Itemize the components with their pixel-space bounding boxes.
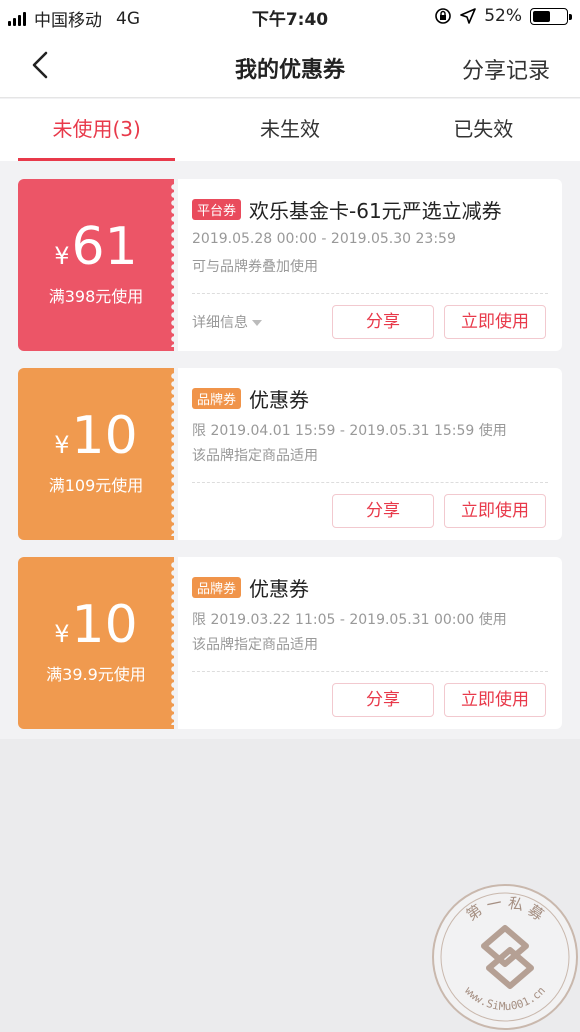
coupon-card: ¥ 10 满109元使用 品牌券 优惠券 限 2019.04.01 15:59 … [18,368,562,540]
coupon-title-row: 品牌券 优惠券 [192,384,309,413]
watermark-seal: 第 一 私 募 www.SiMu001.cn [432,884,578,1030]
svg-text:www.SiMu001.cn: www.SiMu001.cn [462,984,548,1013]
coupon-stub: ¥ 61 满398元使用 [18,179,178,351]
perforation-edge [170,561,178,725]
status-bar: 中国移动 4G 下午7:40 52% [0,0,580,32]
watermark-top-text: 第 一 私 募 [463,894,547,925]
caret-down-icon [252,320,262,326]
status-right: 52% [426,6,572,26]
tab-unused[interactable]: 未使用(3) [0,99,193,161]
watermark-bottom-text: www.SiMu001.cn [462,984,548,1013]
rotation-lock-icon [435,8,452,24]
usage-condition: 满398元使用 [48,287,144,306]
use-now-button[interactable]: 立即使用 [444,494,546,528]
share-history-link[interactable]: 分享记录 [462,53,550,85]
use-now-button[interactable]: 立即使用 [444,305,546,339]
coupon-type-badge: 平台券 [192,199,242,220]
currency-symbol: ¥ [54,620,70,648]
tab-not-effective[interactable]: 未生效 [193,99,386,161]
usage-condition: 满109元使用 [48,476,144,495]
coupon-type-badge: 品牌券 [192,577,242,598]
use-now-button[interactable]: 立即使用 [444,683,546,717]
coupon-body: 平台券 欢乐基金卡-61元严选立减券 2019.05.28 00:00 - 20… [178,179,562,351]
coupon-title-row: 品牌券 优惠券 [192,573,309,602]
battery-fill [533,10,550,22]
coupon-card: ¥ 10 满39.9元使用 品牌券 优惠券 限 2019.03.22 11:05… [18,557,562,729]
battery-icon [530,7,572,25]
back-arrow-icon[interactable] [26,50,54,80]
share-button[interactable]: 分享 [332,494,434,528]
currency-symbol: ¥ [54,242,70,270]
coupon-amount: ¥ 10 [18,406,174,466]
dashed-divider [192,671,548,672]
battery-percent: 52% [484,6,522,26]
coupon-title: 优惠券 [249,577,310,601]
watermark-logo-icon: 第 一 私 募 www.SiMu001.cn [440,892,570,1022]
coupon-list: ¥ 61 满398元使用 平台券 欢乐基金卡-61元严选立减券 2019.05.… [0,161,580,739]
nav-bar: 我的优惠券 分享记录 [0,32,580,98]
coupon-title-row: 平台券 欢乐基金卡-61元严选立减券 [192,195,502,224]
coupon-body: 品牌券 优惠券 限 2019.03.22 11:05 - 2019.05.31 … [178,557,562,729]
amount-value: 10 [71,406,138,466]
coupon-card: ¥ 61 满398元使用 平台券 欢乐基金卡-61元严选立减券 2019.05.… [18,179,562,351]
validity-dates: 限 2019.03.22 11:05 - 2019.05.31 00:00 使用 [192,612,507,628]
coupon-title: 欢乐基金卡-61元严选立减券 [249,199,502,223]
currency-symbol: ¥ [54,431,70,459]
coupon-title: 优惠券 [249,388,310,412]
perforation-edge [170,372,178,536]
usage-condition: 满39.9元使用 [46,665,146,684]
tab-expired[interactable]: 已失效 [387,99,580,161]
coupon-type-badge: 品牌券 [192,388,242,409]
share-button[interactable]: 分享 [332,305,434,339]
coupon-stub: ¥ 10 满39.9元使用 [18,557,178,729]
svg-text:第 一 私 募: 第 一 私 募 [463,894,547,925]
amount-value: 10 [71,595,138,655]
coupon-amount: ¥ 61 [18,217,174,277]
share-button[interactable]: 分享 [332,683,434,717]
validity-dates: 2019.05.28 00:00 - 2019.05.30 23:59 [192,231,456,247]
usage-note: 该品牌指定商品适用 [192,448,318,464]
dashed-divider [192,482,548,483]
detail-label: 详细信息 [192,315,248,331]
coupon-amount: ¥ 10 [18,595,174,655]
perforation-edge [170,183,178,347]
dashed-divider [192,293,548,294]
coupon-stub: ¥ 10 满109元使用 [18,368,178,540]
tab-bar: 未使用(3) 未生效 已失效 [0,99,580,161]
amount-value: 61 [71,217,138,277]
validity-dates: 限 2019.04.01 15:59 - 2019.05.31 15:59 使用 [192,423,507,439]
coupon-body: 品牌券 优惠券 限 2019.04.01 15:59 - 2019.05.31 … [178,368,562,540]
usage-note: 该品牌指定商品适用 [192,637,318,653]
usage-note: 可与品牌券叠加使用 [192,259,318,275]
detail-toggle[interactable]: 详细信息 [192,312,262,332]
location-arrow-icon [460,8,477,24]
